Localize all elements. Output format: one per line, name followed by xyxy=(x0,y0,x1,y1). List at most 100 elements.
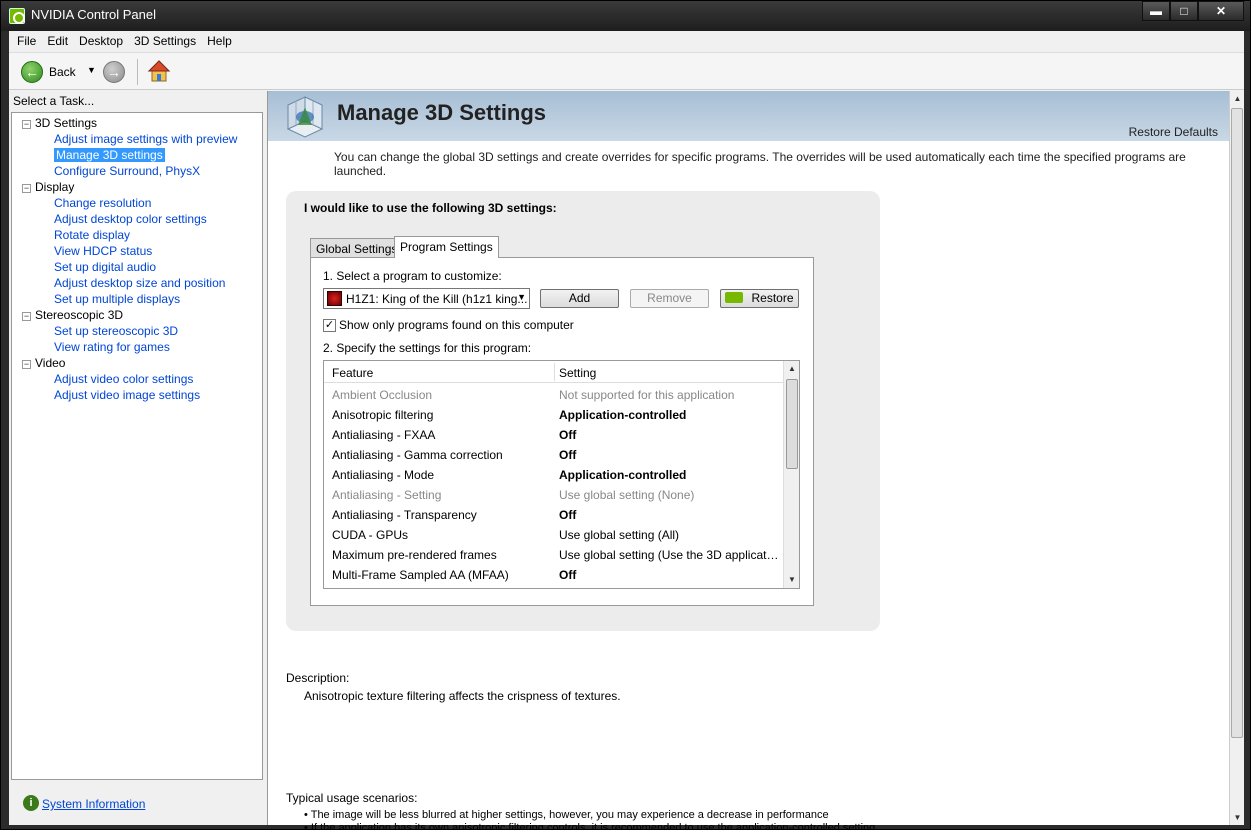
tree-item-label: Set up digital audio xyxy=(54,260,157,274)
grid-scrollbar[interactable]: ▲ ▼ xyxy=(783,361,799,588)
program-select[interactable]: H1Z1: King of the Kill (h1z1 king... ▼ xyxy=(323,288,530,309)
feature-cell: Antialiasing - Transparency xyxy=(332,508,477,522)
menu-3d-settings[interactable]: 3D Settings xyxy=(130,34,200,48)
feature-cell: Ambient Occlusion xyxy=(332,388,433,402)
settings-row[interactable]: CUDA - GPUs Use global setting (All) xyxy=(324,525,784,545)
tree-category-display[interactable]: − Display xyxy=(22,179,237,195)
scroll-up-icon[interactable]: ▲ xyxy=(784,361,799,377)
menu-edit[interactable]: Edit xyxy=(43,34,72,48)
content-scrollbar[interactable]: ▲ ▼ xyxy=(1229,91,1244,825)
tree-item-configure-surround[interactable]: Configure Surround, PhysX xyxy=(22,163,237,179)
remove-button[interactable]: Remove xyxy=(630,289,709,308)
program-select-value: H1Z1: King of the Kill (h1z1 king... xyxy=(346,292,528,306)
settings-grid: Feature Setting Ambient Occlusion Not sup… xyxy=(323,360,800,589)
restore-button[interactable]: Restore xyxy=(720,289,799,308)
tree-item-setup-stereoscopic[interactable]: Set up stereoscopic 3D xyxy=(22,323,237,339)
category-label: Stereoscopic 3D xyxy=(35,308,124,322)
task-tree-panel: −3D Settings Adjust image settings with … xyxy=(11,112,263,780)
nvidia-app-icon xyxy=(9,8,25,24)
scroll-up-icon[interactable]: ▲ xyxy=(1230,91,1245,106)
description-text: Anisotropic texture filtering affects th… xyxy=(304,689,621,703)
tab-program-settings[interactable]: Program Settings xyxy=(394,236,499,258)
tree-category-video[interactable]: − Video xyxy=(22,355,237,371)
setting-cell[interactable]: Application-controlled xyxy=(559,405,781,425)
minimize-button[interactable]: ▬ xyxy=(1142,1,1170,21)
feature-cell: CUDA - GPUs xyxy=(332,528,409,542)
scroll-down-icon[interactable]: ▼ xyxy=(784,572,799,588)
setting-cell[interactable]: Off xyxy=(559,425,781,445)
scroll-thumb[interactable] xyxy=(1231,108,1243,738)
collapse-icon[interactable]: − xyxy=(22,360,31,369)
menu-file[interactable]: File xyxy=(13,34,40,48)
description-label: Description: xyxy=(286,671,350,685)
settings-row[interactable]: Multi-Frame Sampled AA (MFAA) Off xyxy=(324,565,784,585)
column-divider xyxy=(554,363,555,381)
close-button[interactable]: ✕ xyxy=(1198,1,1244,21)
settings-row[interactable]: Antialiasing - Transparency Off xyxy=(324,505,784,525)
back-arrow-icon[interactable]: ← xyxy=(21,61,43,83)
setting-cell[interactable]: Application-controlled xyxy=(559,465,781,485)
tree-item-view-rating[interactable]: View rating for games xyxy=(22,339,237,355)
feature-cell: Antialiasing - FXAA xyxy=(332,428,436,442)
settings-row[interactable]: Antialiasing - Gamma correction Off xyxy=(324,445,784,465)
system-information-link[interactable]: System Information xyxy=(42,797,145,811)
tree-item-label: Adjust desktop color settings xyxy=(54,212,207,226)
forward-arrow-icon[interactable]: → xyxy=(103,61,125,83)
collapse-icon[interactable]: − xyxy=(22,312,31,321)
menu-help[interactable]: Help xyxy=(203,34,236,48)
category-label: 3D Settings xyxy=(35,116,98,130)
add-button[interactable]: Add xyxy=(540,289,619,308)
home-icon[interactable] xyxy=(147,59,171,83)
back-history-dropdown-icon[interactable]: ▼ xyxy=(87,65,96,75)
tree-item-video-color[interactable]: Adjust video color settings xyxy=(22,371,237,387)
settings-row[interactable]: Antialiasing - Mode Application-controlle… xyxy=(324,465,784,485)
tree-item-multiple-displays[interactable]: Set up multiple displays xyxy=(22,291,237,307)
sidebar-footer: i System Information xyxy=(11,783,263,825)
tree-item-adjust-image-settings[interactable]: Adjust image settings with preview xyxy=(22,131,237,147)
tree-item-change-resolution[interactable]: Change resolution xyxy=(22,195,237,211)
setting-cell[interactable]: Off xyxy=(559,565,781,585)
tree-item-rotate-display[interactable]: Rotate display xyxy=(22,227,237,243)
collapse-icon[interactable]: − xyxy=(22,120,31,129)
tree-item-manage-3d-settings[interactable]: Manage 3D settings xyxy=(22,147,237,163)
category-label: Display xyxy=(35,180,75,194)
3d-settings-icon xyxy=(286,96,324,138)
column-setting[interactable]: Setting xyxy=(559,366,596,380)
tree-item-hdcp-status[interactable]: View HDCP status xyxy=(22,243,237,259)
setting-cell[interactable]: Off xyxy=(559,505,781,525)
feature-cell: Multi-Frame Sampled AA (MFAA) xyxy=(332,568,509,582)
tree-item-label: Manage 3D settings xyxy=(54,148,165,162)
scroll-thumb[interactable] xyxy=(786,379,798,469)
setting-cell[interactable]: Use global setting (None) xyxy=(559,485,781,505)
collapse-icon[interactable]: − xyxy=(22,184,31,193)
column-feature[interactable]: Feature xyxy=(332,366,373,380)
tree-item-desktop-color[interactable]: Adjust desktop color settings xyxy=(22,211,237,227)
scroll-down-icon[interactable]: ▼ xyxy=(1230,810,1245,825)
settings-row[interactable]: Antialiasing - FXAA Off xyxy=(324,425,784,445)
restore-defaults-link[interactable]: Restore Defaults xyxy=(1129,125,1218,139)
tab-global-settings[interactable]: Global Settings xyxy=(310,238,404,258)
tree-item-label: View HDCP status xyxy=(54,244,153,258)
grid-rows: Ambient Occlusion Not supported for this … xyxy=(324,385,784,585)
back-button[interactable]: Back xyxy=(49,65,76,79)
settings-row[interactable]: Antialiasing - Setting Use global setting… xyxy=(324,485,784,505)
feature-cell: Antialiasing - Gamma correction xyxy=(332,448,503,462)
tree-item-video-image[interactable]: Adjust video image settings xyxy=(22,387,237,403)
setting-cell[interactable]: Use global setting (Use the 3D applicati… xyxy=(559,545,781,565)
maximize-button[interactable]: □ xyxy=(1170,1,1198,21)
tree-item-desktop-size[interactable]: Adjust desktop size and position xyxy=(22,275,237,291)
usage-item: • The image will be less blurred at high… xyxy=(304,809,829,821)
settings-row[interactable]: Ambient Occlusion Not supported for this … xyxy=(324,385,784,405)
menu-desktop[interactable]: Desktop xyxy=(75,34,127,48)
window-controls: ▬ □ ✕ xyxy=(1142,1,1244,23)
title-bar[interactable]: NVIDIA Control Panel ▬ □ ✕ xyxy=(1,1,1250,31)
tree-item-digital-audio[interactable]: Set up digital audio xyxy=(22,259,237,275)
tree-category-3d-settings[interactable]: −3D Settings xyxy=(22,115,237,131)
setting-cell[interactable]: Off xyxy=(559,445,781,465)
setting-cell[interactable]: Use global setting (All) xyxy=(559,525,781,545)
setting-cell[interactable]: Not supported for this application xyxy=(559,385,781,405)
settings-row[interactable]: Anisotropic filtering Application-control… xyxy=(324,405,784,425)
show-only-checkbox[interactable]: ✓ xyxy=(323,319,336,332)
tree-category-stereoscopic-3d[interactable]: − Stereoscopic 3D xyxy=(22,307,237,323)
settings-row[interactable]: Maximum pre-rendered frames Use global se… xyxy=(324,545,784,565)
